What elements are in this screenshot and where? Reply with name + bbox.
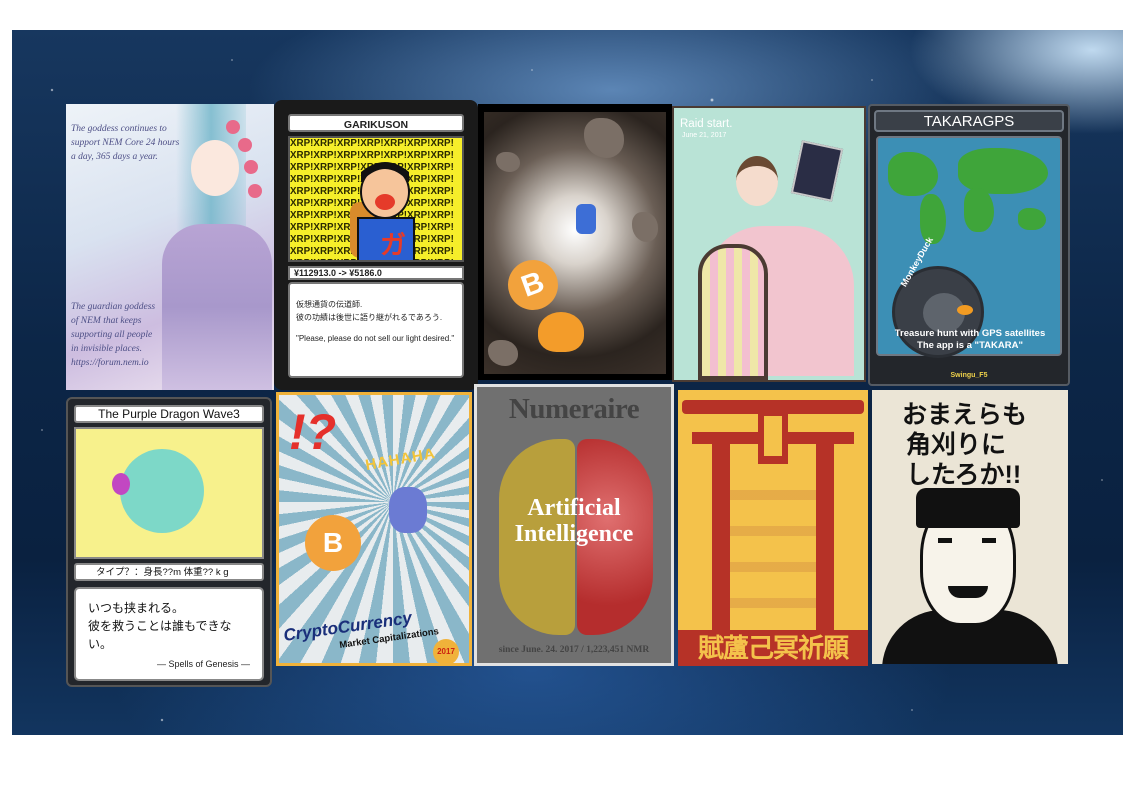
- continent: [1018, 208, 1046, 230]
- man-eye: [938, 538, 952, 543]
- card-title: Numeraire: [508, 393, 640, 425]
- card-footer: since June. 24. 2017 / 1,223,451 NMR: [498, 645, 650, 655]
- card-stat: タイプ？：身長??m 体重?? k g: [74, 563, 264, 581]
- torii-pillar-right: [816, 444, 834, 630]
- duck-label: MonkeyDuck: [899, 234, 936, 288]
- card-caption: おまえらも 角刈りに したろか!!: [902, 401, 1028, 489]
- card-title: Raid start.: [680, 118, 733, 130]
- card-description: いつも挟まれる。 彼を救うことは誰もできない。 — Spells of Gene…: [74, 587, 264, 681]
- robot-figure: [389, 487, 427, 533]
- explosion-art: B: [484, 112, 666, 374]
- bitcoin-coin-icon: B: [500, 252, 566, 318]
- flower-icon: [226, 120, 240, 134]
- torii-caption: 賦蘆己冥祈願: [678, 630, 868, 666]
- svg-text:MonkeyDuck: MonkeyDuck: [899, 234, 936, 288]
- woman-head: [736, 156, 778, 206]
- goddess-kimono: [162, 224, 272, 390]
- verse-bottom: The guardian goddess of NEM that keeps s…: [71, 302, 156, 368]
- card-date: June 21, 2017: [682, 132, 727, 139]
- card-bitcoin-blast[interactable]: B: [478, 104, 672, 380]
- verse-top: The goddess continues to support NEM Cor…: [71, 124, 180, 162]
- card-title: GARIKUSON: [288, 114, 464, 132]
- man-eye: [982, 538, 996, 543]
- world-map: MonkeyDuck: [876, 136, 1062, 358]
- rock: [584, 118, 624, 158]
- card-numeraire[interactable]: Numeraire Artificial Intelligence since …: [474, 384, 674, 666]
- exclamation-mark: !?: [289, 404, 337, 460]
- year-badge: 2017: [433, 639, 459, 663]
- card-kakugari[interactable]: おまえらも 角刈りに したろか!!: [872, 390, 1068, 664]
- svg-text:ガ: ガ: [380, 230, 406, 260]
- picture-frame: [790, 140, 844, 202]
- card-art: XRP!XRP!XRP!XRP!XRP!XRP!XRP! XRP!XRP!XRP!…: [288, 136, 464, 262]
- torii-plaque: [758, 408, 788, 464]
- rock: [632, 212, 658, 242]
- bitcoin-coin-icon: B: [305, 515, 361, 571]
- continent: [888, 152, 938, 196]
- card-garikuson[interactable]: GARIKUSON XRP!XRP!XRP!XRP!XRP!XRP!XRP! XR…: [274, 100, 478, 390]
- striped-chair: [698, 244, 768, 380]
- man-flattop-hair: [916, 488, 1020, 528]
- man-mouth: [948, 586, 988, 598]
- flower-icon: [238, 138, 252, 152]
- flower-icon: [244, 160, 258, 174]
- plaque-inner: [764, 416, 782, 456]
- card-title: TAKARAGPS: [874, 110, 1064, 132]
- card-signature: — Spells of Genesis —: [156, 659, 250, 669]
- card-art: [74, 427, 264, 559]
- rock: [496, 152, 520, 172]
- character-illustration: ガ: [350, 162, 415, 260]
- torii-pillar-left: [712, 444, 730, 630]
- card-author: Swingu_F5: [950, 372, 988, 379]
- continent: [958, 148, 1048, 194]
- card-purple-dragon[interactable]: The Purple Dragon Wave3 タイプ？：身長??m 体重?? …: [66, 397, 272, 687]
- continent: [964, 188, 994, 232]
- price-stat: ¥112913.0 -> ¥5186.0: [288, 266, 464, 280]
- card-title: The Purple Dragon Wave3: [74, 405, 264, 423]
- robot-figure: [576, 204, 596, 234]
- flower-icon: [248, 184, 262, 198]
- card-description: 仮想通貨の伝道師. 彼の功績は後世に語り継がれるであろう. "Please, p…: [288, 282, 464, 378]
- sound-effect: HAHAHA: [364, 444, 437, 475]
- goddess-face: [191, 140, 239, 196]
- duck-figure: [538, 312, 584, 352]
- card-takaragps[interactable]: TAKARAGPS MonkeyDuck Treasure hunt with …: [868, 104, 1070, 386]
- ai-label: Artificial Intelligence: [514, 495, 634, 547]
- dragon-circle: [120, 449, 204, 533]
- duck-beak: [957, 305, 973, 315]
- card-raid-start[interactable]: Raid start. June 21, 2017: [672, 106, 866, 382]
- card-cryptocurrency[interactable]: !? HAHAHA B CryptoCurrency Market Capita…: [276, 392, 472, 666]
- card-nem-goddess[interactable]: The goddess continues to support NEM Cor…: [66, 104, 274, 390]
- purple-blob: [112, 473, 130, 495]
- inner-torii-gates: [722, 490, 824, 630]
- card-torii[interactable]: 賦蘆己冥祈願: [678, 390, 868, 666]
- rock: [488, 340, 518, 366]
- card-description: Treasure hunt with GPS satellites The ap…: [894, 328, 1046, 351]
